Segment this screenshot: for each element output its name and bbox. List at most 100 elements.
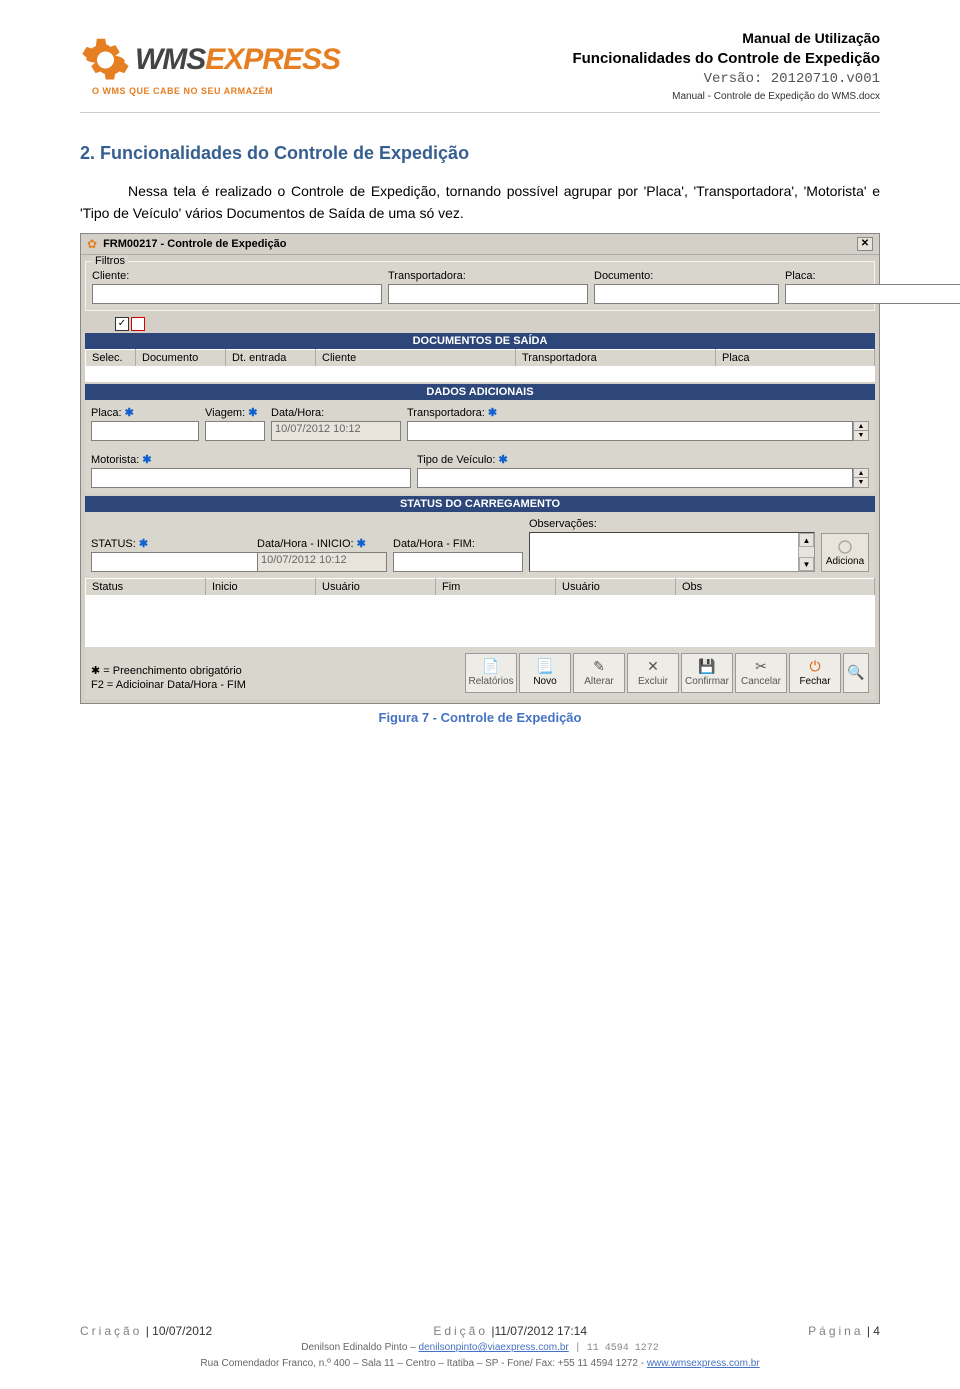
- col-usuario1: Usuário: [316, 579, 436, 596]
- doc-version: Versão: 20120710.v001: [340, 71, 880, 87]
- docs-saida-empty: [86, 366, 875, 382]
- col-fim: Fim: [436, 579, 556, 596]
- status-select[interactable]: [91, 552, 276, 572]
- circle-icon: [836, 538, 854, 556]
- section-heading: 2. Funcionalidades do Controle de Expedi…: [80, 143, 880, 164]
- section-paragraph: Nessa tela é realizado o Controle de Exp…: [80, 180, 880, 225]
- filter-transportadora-input[interactable]: [388, 284, 588, 304]
- dados-adicionais-header: DADOS ADICIONAIS: [85, 384, 875, 400]
- docs-saida-header: DOCUMENTOS DE SAÍDA: [85, 333, 875, 349]
- new-icon: 📃: [536, 658, 553, 675]
- adiciona-button[interactable]: Adiciona: [821, 533, 869, 572]
- doc-filename: Manual - Controle de Expedição do WMS.do…: [340, 91, 880, 102]
- action-buttons: 📄Relatórios 📃Novo ✎Alterar ✕Excluir 💾Con…: [465, 653, 869, 693]
- col-usuario2: Usuário: [556, 579, 676, 596]
- transportadora-spinner[interactable]: ▲▼: [853, 421, 869, 441]
- filter-placa-input[interactable]: [785, 284, 960, 304]
- gear-icon: ✿: [87, 237, 97, 251]
- tipoveiculo-input[interactable]: [417, 468, 853, 488]
- scroll-down-icon[interactable]: ▼: [799, 557, 814, 571]
- report-icon: 📄: [482, 658, 499, 675]
- transportadora2-label: Transportadora: ✱: [407, 406, 869, 419]
- col-placa: Placa: [716, 349, 875, 366]
- obs-label: Observações:: [529, 518, 815, 530]
- tipoveiculo-spinner[interactable]: ▲▼: [853, 468, 869, 488]
- window-titlebar: ✿ FRM00217 - Controle de Expedição ✕: [81, 234, 879, 255]
- col-inicio: Inicio: [206, 579, 316, 596]
- delete-icon: ✕: [647, 658, 659, 675]
- screenshot-window: ✿ FRM00217 - Controle de Expedição ✕ Fil…: [80, 233, 880, 704]
- dh-fim-input[interactable]: [393, 552, 523, 572]
- filters-legend: Filtros: [92, 255, 128, 267]
- alterar-button[interactable]: ✎Alterar: [573, 653, 625, 693]
- select-all-checkbox[interactable]: ✓: [115, 317, 129, 331]
- filter-cliente-label: Cliente:: [92, 270, 382, 282]
- search-button[interactable]: 🔍: [843, 653, 869, 693]
- filters-fieldset: Filtros Cliente: Transportadora: Documen…: [85, 261, 875, 311]
- header-right: Manual de Utilização Funcionalidades do …: [340, 30, 880, 102]
- pagina: Página | 4: [808, 1324, 880, 1338]
- cancelar-button[interactable]: ✂Cancelar: [735, 653, 787, 693]
- transportadora2-input[interactable]: [407, 421, 853, 441]
- obs-textarea[interactable]: ▲ ▼: [529, 532, 815, 572]
- req-note: ✱ = Preenchimento obrigatório: [91, 664, 246, 677]
- viagem-label: Viagem: ✱: [205, 406, 265, 419]
- power-icon: ⏻: [809, 658, 820, 675]
- save-icon: 💾: [698, 658, 715, 675]
- col-dtentrada: Dt. entrada: [226, 349, 316, 366]
- dh-inicio-value: 10/07/2012 10:12: [257, 552, 387, 572]
- fechar-button[interactable]: ⏻Fechar: [789, 653, 841, 693]
- page-footer: Criação | 10/07/2012 Edição |11/07/2012 …: [80, 1324, 880, 1369]
- filter-transportadora-label: Transportadora:: [388, 270, 588, 282]
- close-button[interactable]: ✕: [857, 237, 873, 251]
- col-cliente: Cliente: [316, 349, 516, 366]
- doc-subtitle: Funcionalidades do Controle de Expedição: [340, 50, 880, 67]
- adiciona-label: Adiciona: [826, 556, 864, 567]
- gear-icon: [80, 30, 131, 90]
- status-table: Status Inicio Usuário Fim Usuário Obs: [85, 578, 875, 646]
- excluir-button[interactable]: ✕Excluir: [627, 653, 679, 693]
- figure-caption: Figura 7 - Controle de Expedição: [80, 710, 880, 725]
- placa-label: Placa: ✱: [91, 406, 199, 419]
- datahora-value: 10/07/2012 10:12: [271, 421, 401, 441]
- scroll-up-icon[interactable]: ▲: [799, 533, 814, 547]
- col-selec: Selec.: [86, 349, 136, 366]
- filter-documento-input[interactable]: [594, 284, 779, 304]
- filter-cliente-input[interactable]: [92, 284, 382, 304]
- document-header: WMSEXPRESS O WMS QUE CABE NO SEU ARMAZÉM…: [80, 30, 880, 113]
- cancel-icon: ✂: [755, 658, 767, 675]
- col-status: Status: [86, 579, 206, 596]
- logo-text: WMSEXPRESS: [135, 43, 340, 77]
- tipoveiculo-label: Tipo de Veículo: ✱: [417, 453, 869, 466]
- novo-button[interactable]: 📃Novo: [519, 653, 571, 693]
- filter-documento-label: Documento:: [594, 270, 779, 282]
- relatorios-button[interactable]: 📄Relatórios: [465, 653, 517, 693]
- viagem-input[interactable]: [205, 421, 265, 441]
- col-transportadora: Transportadora: [516, 349, 716, 366]
- scrollbar[interactable]: ▲ ▼: [798, 533, 814, 571]
- deselect-all-checkbox[interactable]: [131, 317, 145, 331]
- footer-address: Rua Comendador Franco, n.º 400 – Sala 11…: [80, 1358, 880, 1369]
- website-link[interactable]: www.wmsexpress.com.br: [647, 1358, 760, 1369]
- status-label: STATUS: ✱: [91, 537, 251, 550]
- bottom-notes: ✱ = Preenchimento obrigatório F2 = Adici…: [91, 662, 246, 693]
- status-carregamento-header: STATUS DO CARREGAMENTO: [85, 496, 875, 512]
- confirmar-button[interactable]: 💾Confirmar: [681, 653, 733, 693]
- placa-input[interactable]: [91, 421, 199, 441]
- docs-saida-table: Selec. Documento Dt. entrada Cliente Tra…: [85, 349, 875, 383]
- datahora-label: Data/Hora:: [271, 407, 401, 419]
- bottom-bar: ✱ = Preenchimento obrigatório F2 = Adici…: [85, 646, 875, 699]
- logo-wms: WMS: [135, 43, 205, 76]
- footer-author: Denilson Edinaldo Pinto – denilsonpinto@…: [80, 1342, 880, 1354]
- status-table-empty: [86, 596, 875, 646]
- doc-title: Manual de Utilização: [340, 30, 880, 46]
- motorista-input[interactable]: [91, 468, 411, 488]
- criacao: Criação | 10/07/2012: [80, 1324, 212, 1338]
- logo-express: EXPRESS: [205, 43, 340, 76]
- motorista-label: Motorista: ✱: [91, 453, 411, 466]
- logo-tagline: O WMS QUE CABE NO SEU ARMAZÉM: [92, 86, 340, 96]
- author-email-link[interactable]: denilsonpinto@viaexpress.com.br: [419, 1342, 569, 1353]
- col-obs: Obs: [676, 579, 875, 596]
- dh-fim-label: Data/Hora - FIM:: [393, 538, 523, 550]
- dh-inicio-label: Data/Hora - INICIO: ✱: [257, 537, 387, 550]
